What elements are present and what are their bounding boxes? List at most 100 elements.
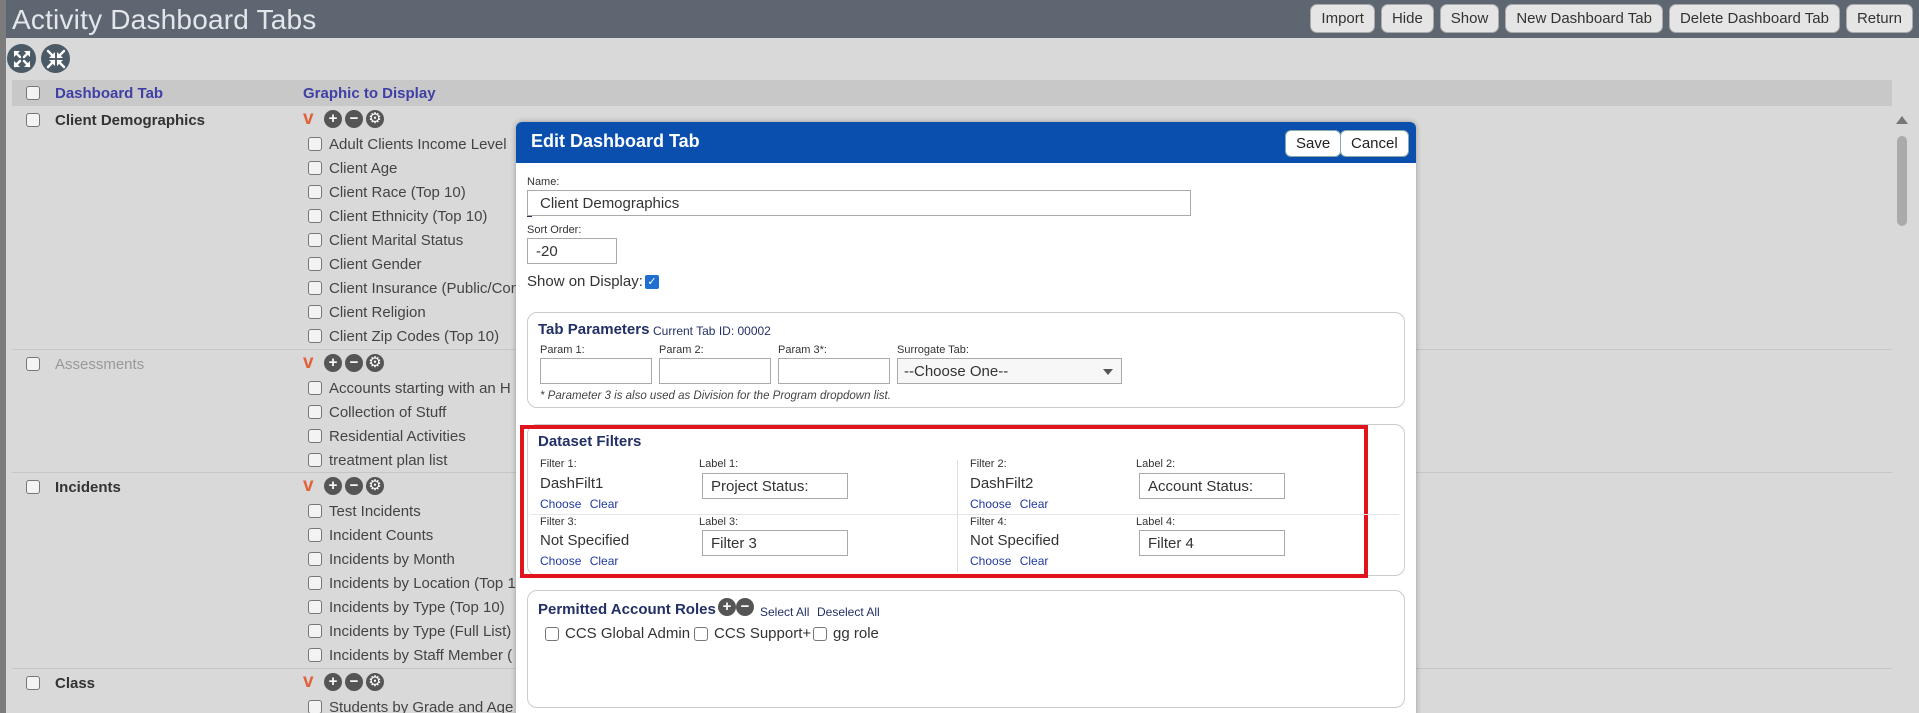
settings-icon[interactable]: ⚙ [366, 477, 384, 495]
expand-all-icon[interactable] [7, 44, 36, 73]
filter-3-value: Not Specified [540, 532, 630, 549]
list-item: Incidents by Staff Member ( [308, 643, 512, 667]
row-checkbox[interactable] [26, 480, 40, 494]
group-name[interactable]: Assessments [55, 356, 144, 373]
list-item: Residential Activities [308, 424, 466, 448]
item-checkbox[interactable] [308, 161, 322, 175]
item-checkbox[interactable] [308, 233, 322, 247]
expand-icon[interactable]: v [303, 353, 321, 372]
add-icon[interactable]: + [324, 110, 342, 128]
cancel-button[interactable]: Cancel [1340, 130, 1409, 157]
item-checkbox[interactable] [308, 381, 322, 395]
item-label: Client Age [329, 159, 398, 177]
scroll-thumb[interactable] [1897, 136, 1907, 226]
hide-button[interactable]: Hide [1380, 4, 1434, 33]
role-option[interactable]: CCS Support+ [694, 625, 811, 642]
item-checkbox[interactable] [308, 185, 322, 199]
remove-icon[interactable]: − [345, 110, 363, 128]
item-checkbox[interactable] [308, 576, 322, 590]
select-all-checkbox[interactable] [26, 86, 40, 100]
item-checkbox[interactable] [308, 453, 322, 467]
label-4-field[interactable]: Filter 4 [1139, 530, 1285, 556]
delete-dashboard-tab-button[interactable]: Delete Dashboard Tab [1668, 4, 1840, 33]
filter-2-choose-link[interactable]: Choose [970, 497, 1011, 511]
role-checkbox[interactable] [694, 626, 708, 641]
item-checkbox[interactable] [308, 329, 322, 343]
item-checkbox[interactable] [308, 257, 322, 271]
collapse-all-icon[interactable] [41, 44, 70, 73]
row-checkbox[interactable] [26, 113, 40, 127]
add-icon[interactable]: + [324, 354, 342, 372]
filter-1-clear-link[interactable]: Clear [590, 497, 619, 511]
row-checkbox[interactable] [26, 357, 40, 371]
item-label: Test Incidents [329, 502, 421, 520]
role-label: CCS Global Admin [565, 625, 691, 642]
filter-3-choose-link[interactable]: Choose [540, 554, 581, 568]
surrogate-tab-select[interactable]: --Choose One-- [897, 358, 1122, 384]
sort-order-field[interactable]: -20 [527, 238, 617, 264]
scroll-up-icon[interactable] [1896, 116, 1908, 124]
remove-icon[interactable]: − [345, 673, 363, 691]
item-checkbox[interactable] [308, 137, 322, 151]
new-dashboard-tab-button[interactable]: New Dashboard Tab [1505, 4, 1663, 33]
item-checkbox[interactable] [308, 209, 322, 223]
item-checkbox[interactable] [308, 429, 322, 443]
role-option[interactable]: CCS Global Admin [545, 625, 690, 642]
import-button[interactable]: Import [1310, 4, 1375, 33]
settings-icon[interactable]: ⚙ [366, 673, 384, 691]
scrollbar[interactable] [1895, 108, 1909, 713]
item-label: Client Insurance (Public/Con [329, 279, 520, 297]
item-checkbox[interactable] [308, 405, 322, 419]
row-checkbox[interactable] [26, 676, 40, 690]
item-checkbox[interactable] [308, 624, 322, 638]
item-label: Incidents by Staff Member ( [329, 646, 513, 664]
role-checkbox[interactable] [813, 626, 827, 641]
item-checkbox[interactable] [308, 648, 322, 662]
param-2-field[interactable] [659, 358, 771, 384]
column-graphic-to-display[interactable]: Graphic to Display [303, 85, 436, 102]
group-name[interactable]: Incidents [55, 479, 121, 496]
select-all-link[interactable]: Select All [760, 605, 809, 619]
remove-role-icon[interactable]: − [736, 598, 754, 616]
deselect-all-link[interactable]: Deselect All [817, 605, 880, 619]
show-button[interactable]: Show [1439, 4, 1500, 33]
filter-2-clear-link[interactable]: Clear [1020, 497, 1049, 511]
item-checkbox[interactable] [308, 552, 322, 566]
expand-icon[interactable]: v [303, 109, 321, 128]
item-checkbox[interactable] [308, 600, 322, 614]
column-dashboard-tab[interactable]: Dashboard Tab [55, 85, 163, 102]
item-checkbox[interactable] [308, 700, 322, 713]
group-name[interactable]: Class [55, 675, 95, 692]
item-checkbox[interactable] [308, 305, 322, 319]
role-checkbox[interactable] [545, 626, 559, 641]
filter-3-clear-link[interactable]: Clear [590, 554, 619, 568]
settings-icon[interactable]: ⚙ [366, 110, 384, 128]
param-3-field[interactable] [778, 358, 890, 384]
name-field[interactable]: Client Demographics [527, 190, 1191, 216]
settings-icon[interactable]: ⚙ [366, 354, 384, 372]
param-1-label: Param 1: [540, 344, 585, 356]
role-option[interactable]: gg role [813, 625, 879, 642]
filter-4-clear-link[interactable]: Clear [1020, 554, 1049, 568]
param-1-field[interactable] [540, 358, 652, 384]
remove-icon[interactable]: − [345, 477, 363, 495]
add-icon[interactable]: + [324, 673, 342, 691]
item-checkbox[interactable] [308, 504, 322, 518]
return-button[interactable]: Return [1845, 4, 1913, 33]
remove-icon[interactable]: − [345, 354, 363, 372]
group-name[interactable]: Client Demographics [55, 112, 205, 129]
label-2-field[interactable]: Account Status: [1139, 473, 1285, 499]
filter-4-choose-link[interactable]: Choose [970, 554, 1011, 568]
item-checkbox[interactable] [308, 281, 322, 295]
add-icon[interactable]: + [324, 477, 342, 495]
edit-dashboard-tab-dialog: Edit Dashboard Tab Save Cancel Name: Cli… [516, 122, 1416, 713]
label-1-field[interactable]: Project Status: [702, 473, 848, 499]
expand-icon[interactable]: v [303, 476, 321, 495]
add-role-icon[interactable]: + [718, 598, 736, 616]
label-3-field[interactable]: Filter 3 [702, 530, 848, 556]
show-on-display-checkbox[interactable]: ✓ [645, 275, 659, 289]
item-checkbox[interactable] [308, 528, 322, 542]
save-button[interactable]: Save [1285, 130, 1342, 157]
filter-1-choose-link[interactable]: Choose [540, 497, 581, 511]
expand-icon[interactable]: v [303, 672, 321, 691]
